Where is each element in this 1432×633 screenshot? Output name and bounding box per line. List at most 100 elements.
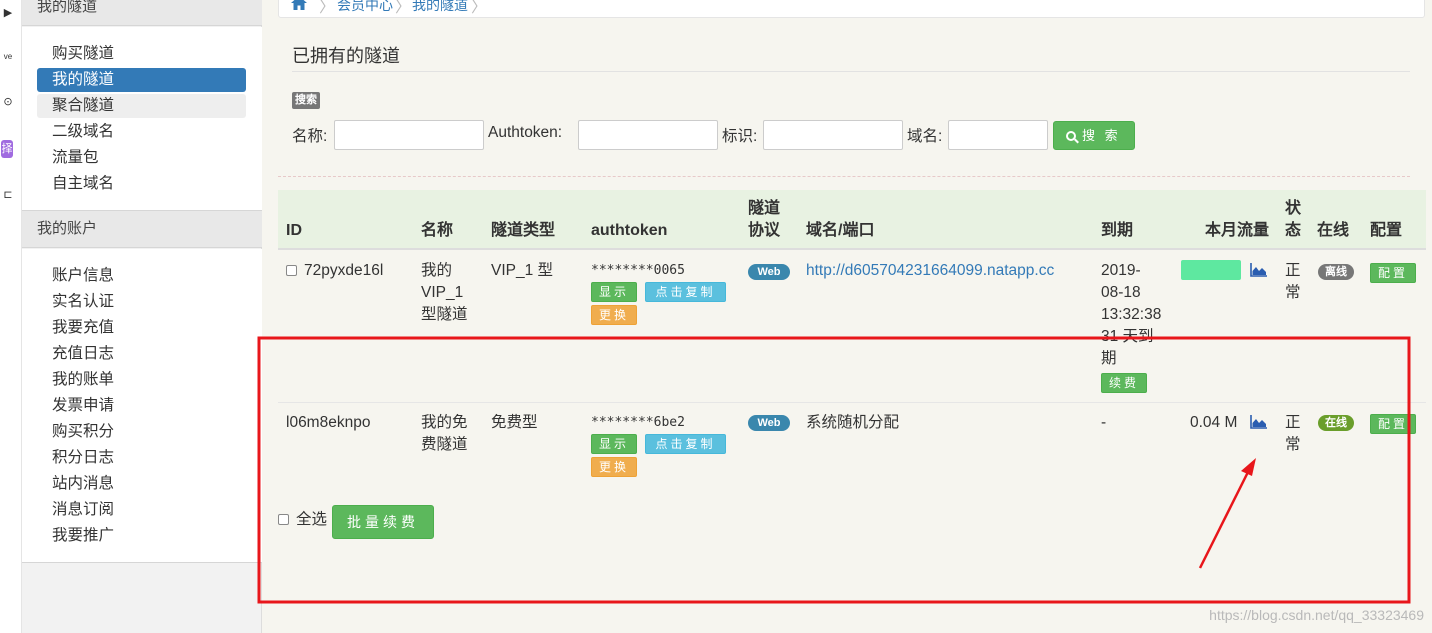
chat-icon[interactable]: ⊙ [1, 95, 15, 109]
tag-input[interactable] [763, 120, 903, 150]
header-domain: 域名/端口 [806, 222, 875, 239]
tunnel-id: l06m8eknpo [286, 414, 371, 431]
header-type: 隧道类型 [491, 222, 556, 239]
sidebar-item-recharge[interactable]: 我要充值 [37, 316, 246, 340]
tunnel-name-line: 我的免 [421, 414, 468, 431]
batch-renew-button[interactable]: 批量续费 [332, 505, 434, 539]
name-label: 名称: [292, 128, 328, 145]
sidebar-item-subdomain[interactable]: 二级域名 [37, 120, 246, 144]
tag-label: 标识: [722, 128, 758, 145]
breadcrumb-separator: 〉 [319, 0, 336, 16]
sidebar-group-account-title[interactable]: 我的账户 [22, 210, 262, 248]
authtoken-label: Authtoken: [488, 124, 563, 141]
sidebar: 我的隧道 购买隧道 我的隧道 聚合隧道 二级域名 流量包 自主域名 我的账户 账… [22, 0, 262, 633]
select-icon[interactable]: 择 [1, 140, 13, 158]
traffic-value: 0.04 M [1190, 414, 1238, 431]
live-icon[interactable]: ve [1, 50, 15, 64]
tunnel-name-line: 费隧道 [421, 436, 468, 453]
domain-link[interactable]: http://d605704231664099.natapp.cc [806, 260, 1054, 282]
header-online: 在线 [1317, 222, 1350, 239]
tunnel-name-line: 我的 [421, 262, 453, 279]
breadcrumb: 〉 会员中心 〉 我的隧道 〉 [278, 0, 1425, 18]
sidebar-item-custom-domain[interactable]: 自主域名 [37, 172, 246, 196]
sidebar-group-tunnels-title[interactable]: 我的隧道 [22, 0, 262, 26]
row-checkbox[interactable] [286, 265, 297, 276]
online-badge: 在线 [1318, 415, 1354, 431]
sidebar-item-my-tunnels[interactable]: 我的隧道 [37, 68, 246, 92]
breadcrumb-separator: 〉 [395, 0, 412, 16]
domain-input[interactable] [948, 120, 1048, 150]
cart-icon[interactable]: ⊏ [1, 188, 15, 202]
tunnel-name-line: VIP_1 [421, 284, 464, 301]
change-token-button[interactable]: 更换 [591, 457, 637, 477]
sidebar-group-tunnels: 购买隧道 我的隧道 聚合隧道 二级域名 流量包 自主域名 [22, 27, 262, 210]
page-title: 已拥有的隧道 [292, 46, 400, 66]
expire-line: 13:32:38 [1101, 306, 1162, 323]
breadcrumb-my-tunnels[interactable]: 我的隧道 [412, 0, 468, 15]
header-protocol-2: 协议 [748, 222, 781, 239]
domain-value: 系统随机分配 [806, 414, 900, 431]
header-id[interactable]: ID [286, 220, 302, 242]
header-expire: 到期 [1101, 222, 1134, 239]
status-line: 常 [1285, 284, 1301, 301]
tunnel-type: VIP_1 型 [491, 262, 554, 279]
config-button[interactable]: 配置 [1370, 414, 1416, 434]
status-line: 正 [1285, 262, 1301, 279]
select-all-label[interactable]: 全选 [296, 509, 327, 531]
renew-button[interactable]: 续费 [1101, 373, 1147, 393]
sidebar-item-my-bills[interactable]: 我的账单 [37, 368, 246, 392]
expire-line: 2019- [1101, 262, 1141, 279]
search-button-label: 搜 索 [1082, 128, 1121, 143]
breadcrumb-member-center[interactable]: 会员中心 [337, 0, 393, 15]
change-token-button[interactable]: 更换 [591, 305, 637, 325]
sidebar-item-buy-tunnel[interactable]: 购买隧道 [37, 42, 246, 66]
online-badge: 离线 [1318, 264, 1354, 280]
row-divider [278, 402, 1426, 403]
header-protocol-1: 隧道 [748, 200, 781, 217]
select-all-checkbox[interactable] [278, 514, 289, 525]
sidebar-item-account-info[interactable]: 账户信息 [37, 264, 246, 288]
sidebar-item-recharge-log[interactable]: 充值日志 [37, 342, 246, 366]
breadcrumb-separator: 〉 [471, 0, 488, 16]
search-button[interactable]: 搜 索 [1053, 121, 1135, 150]
area-chart-icon[interactable] [1250, 415, 1268, 429]
config-button[interactable]: 配置 [1370, 263, 1416, 283]
sidebar-item-aggregate-tunnel[interactable]: 聚合隧道 [37, 94, 246, 118]
area-chart-icon[interactable] [1250, 263, 1268, 277]
show-token-button[interactable]: 显示 [591, 282, 637, 302]
status-line: 正 [1285, 414, 1301, 431]
search-badge: 搜索 [292, 92, 320, 109]
header-status-1: 状 [1285, 200, 1302, 217]
home-icon[interactable] [291, 0, 307, 10]
sidebar-item-points-log[interactable]: 积分日志 [37, 446, 246, 470]
sidebar-item-traffic-pack[interactable]: 流量包 [37, 146, 246, 170]
sidebar-item-promote[interactable]: 我要推广 [37, 524, 246, 548]
copy-token-button[interactable]: 点击复制 [645, 434, 726, 454]
show-token-button[interactable]: 显示 [591, 434, 637, 454]
play-icon[interactable]: ▶ [1, 6, 15, 20]
protocol-badge: Web [748, 264, 790, 280]
expire-line: 08-18 [1101, 284, 1141, 301]
status-line: 常 [1285, 436, 1301, 453]
title-divider [292, 71, 1410, 72]
section-divider [278, 176, 1410, 177]
sidebar-item-messages[interactable]: 站内消息 [37, 472, 246, 496]
domain-label: 域名: [907, 128, 943, 145]
watermark: https://blog.csdn.net/qq_33323469 [1209, 607, 1424, 623]
sidebar-item-invoice[interactable]: 发票申请 [37, 394, 246, 418]
sidebar-item-buy-points[interactable]: 购买积分 [37, 420, 246, 444]
authtoken-input[interactable] [578, 120, 718, 150]
expire-line: 31 天到 [1101, 328, 1154, 345]
sidebar-item-real-name[interactable]: 实名认证 [37, 290, 246, 314]
traffic-bar [1181, 260, 1241, 280]
tunnel-type: 免费型 [491, 414, 538, 431]
name-input[interactable] [334, 120, 484, 150]
header-traffic: 本月流量 [1205, 222, 1270, 239]
app-icon-strip: ▶ ve ⊙ 择 ⊏ [0, 0, 22, 633]
header-config: 配置 [1370, 222, 1403, 239]
sidebar-item-subscriptions[interactable]: 消息订阅 [37, 498, 246, 522]
expire-line: - [1101, 414, 1107, 431]
protocol-badge: Web [748, 415, 790, 431]
tunnel-id: 72pyxde16l [304, 262, 384, 279]
copy-token-button[interactable]: 点击复制 [645, 282, 726, 302]
